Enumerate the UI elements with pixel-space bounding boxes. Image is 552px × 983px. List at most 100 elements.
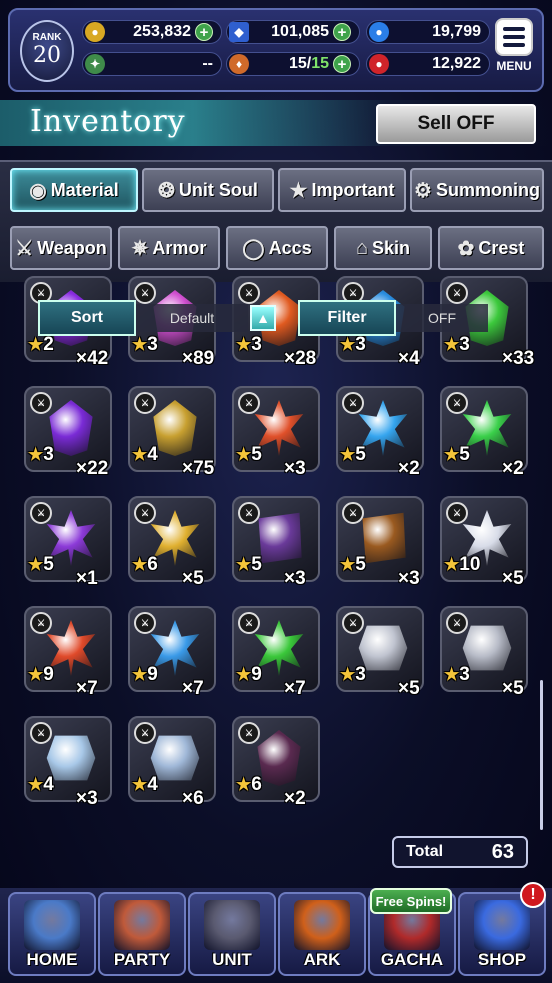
status-bar: RANK 20 ● 253,832 + ◆ 101,085 + ● 19,799…: [8, 8, 544, 92]
item-rarity-value: 9: [251, 664, 262, 685]
item-quantity: ×89: [182, 348, 215, 369]
item-type-icon: ⚔: [238, 502, 260, 524]
star-icon: ★: [28, 775, 44, 794]
star-icon: ★: [132, 445, 148, 464]
item-type-icon: ⚔: [30, 502, 52, 524]
sell-toggle-button[interactable]: Sell OFF: [376, 104, 536, 144]
item-quantity: ×5: [398, 678, 420, 699]
item-quantity: ×3: [284, 568, 306, 589]
item-rarity: ★5: [28, 554, 54, 576]
inventory-item[interactable]: ⚔ ★9: [24, 606, 112, 692]
hanger-icon: ⌂: [355, 236, 369, 259]
item-rarity: ★5: [236, 554, 262, 576]
item-rarity: ★3: [132, 334, 158, 356]
add-gil-button[interactable]: +: [195, 23, 213, 41]
menu-button[interactable]: MENU: [492, 18, 536, 84]
tab-skin[interactable]: ⌂ Skin: [334, 226, 432, 270]
item-rarity-value: 9: [147, 664, 158, 685]
tab-unit-soul[interactable]: ❂ Unit Soul: [142, 168, 274, 212]
nav-label: UNIT: [212, 950, 252, 969]
inventory-item[interactable]: ⚔ ★5: [232, 386, 320, 472]
item-rarity: ★3: [444, 664, 470, 686]
add-lapis-button[interactable]: +: [333, 23, 351, 41]
item-rarity-value: 3: [147, 334, 158, 355]
star-icon: ★: [132, 665, 148, 684]
stamina-icon: ♦: [229, 54, 249, 74]
item-rarity-value: 3: [355, 334, 366, 355]
summon-icon: ⚙: [414, 179, 432, 202]
nav-ark-button[interactable]: ARK: [278, 892, 366, 976]
item-rarity: ★5: [340, 444, 366, 466]
rank-badge[interactable]: RANK 20: [20, 20, 74, 82]
inventory-item[interactable]: ⚔ ★6: [232, 716, 320, 802]
item-rarity: ★3: [340, 334, 366, 356]
item-rarity-value: 3: [355, 664, 366, 685]
item-rarity: ★6: [132, 554, 158, 576]
item-type-icon: ⚔: [30, 612, 52, 634]
item-rarity: ★4: [28, 774, 54, 796]
sort-button[interactable]: Sort: [38, 300, 136, 336]
item-rarity-value: 3: [43, 444, 54, 465]
item-rarity: ★9: [132, 664, 158, 686]
inventory-item[interactable]: ⚔ ★9: [232, 606, 320, 692]
filter-button[interactable]: Filter: [298, 300, 396, 336]
compass-icon: ✦: [85, 54, 105, 74]
sort-value[interactable]: Default: [136, 304, 248, 332]
stamina-counter: ♦ 15/ 15 +: [226, 52, 360, 76]
armor-icon: ✵: [131, 237, 149, 260]
star-icon: ★: [340, 555, 356, 574]
inventory-item[interactable]: ⚔ ★4: [24, 716, 112, 802]
item-type-icon: ⚔: [446, 612, 468, 634]
sort-order-arrow-icon[interactable]: ▲: [250, 305, 276, 331]
tab-accs[interactable]: ◯ Accs: [226, 226, 328, 270]
nav-unit-button[interactable]: UNIT: [188, 892, 276, 976]
nav-party-button[interactable]: PARTY: [98, 892, 186, 976]
necklace-icon: ◯: [242, 237, 265, 260]
tab-important[interactable]: ★ Important: [278, 168, 406, 212]
nav-label: ARK: [303, 950, 341, 969]
inventory-item[interactable]: ⚔ ★5: [24, 496, 112, 582]
item-type-icon: ⚔: [342, 612, 364, 634]
tab-label: Crest: [478, 237, 525, 258]
filter-value[interactable]: OFF: [396, 304, 488, 332]
bag-icon: ◉: [29, 179, 47, 202]
item-rarity: ★6: [236, 774, 262, 796]
tab-summoning[interactable]: ⚙ Summoning: [410, 168, 544, 212]
item-type-icon: ⚔: [342, 392, 364, 414]
hamburger-icon: [495, 18, 533, 56]
item-type-icon: ⚔: [342, 502, 364, 524]
tab-label: Unit Soul: [178, 179, 258, 200]
item-rarity: ★9: [28, 664, 54, 686]
item-quantity: ×2: [284, 788, 306, 809]
inventory-item[interactable]: ⚔ ★5: [232, 496, 320, 582]
item-rarity-value: 4: [147, 774, 158, 795]
blue-orb-icon: ●: [369, 22, 389, 42]
lapis-counter: ◆ 101,085 +: [226, 20, 360, 44]
stamina-max: 15: [311, 55, 329, 72]
tab-label: Material: [50, 179, 119, 200]
tab-weapon[interactable]: ⚔ Weapon: [10, 226, 112, 270]
item-quantity: ×3: [284, 458, 306, 479]
item-quantity: ×33: [502, 348, 535, 369]
nav-label: PARTY: [113, 950, 171, 969]
lapis-crystal-icon: ◆: [229, 22, 249, 42]
tab-label: Accs: [268, 237, 312, 258]
item-quantity: ×2: [502, 458, 524, 479]
ticket-value: --: [202, 55, 213, 72]
nav-home-button[interactable]: HOME: [8, 892, 96, 976]
item-type-icon: ⚔: [446, 502, 468, 524]
star-icon: ★: [28, 665, 44, 684]
tab-material[interactable]: ◉ Material: [10, 168, 138, 212]
tab-crest[interactable]: ✿ Crest: [438, 226, 544, 270]
item-rarity-value: 4: [43, 774, 54, 795]
item-rarity-value: 3: [251, 334, 262, 355]
item-rarity-value: 3: [459, 334, 470, 355]
scrollbar[interactable]: [540, 680, 543, 830]
add-stamina-button[interactable]: +: [333, 55, 351, 73]
item-rarity: ★10: [444, 554, 480, 576]
soul-icon: ❂: [158, 179, 175, 202]
tab-label: Important: [311, 179, 395, 200]
rank-label: RANK: [32, 32, 62, 43]
star-icon: ★: [236, 445, 252, 464]
tab-armor[interactable]: ✵ Armor: [118, 226, 220, 270]
